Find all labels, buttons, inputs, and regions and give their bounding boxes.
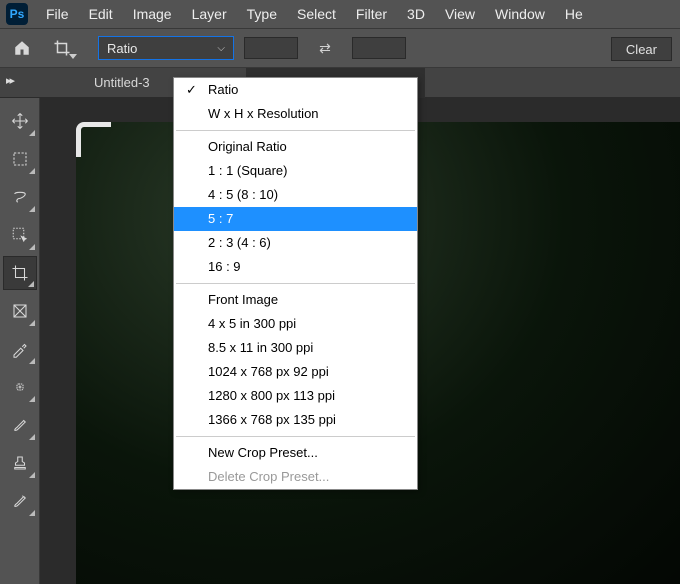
- crop-width-input[interactable]: [244, 37, 298, 59]
- menu-layer[interactable]: Layer: [182, 2, 237, 26]
- dropdown-item-delete-crop-preset: Delete Crop Preset...: [174, 465, 417, 489]
- dropdown-item-ratio[interactable]: Ratio: [174, 78, 417, 102]
- dropdown-item-2-3[interactable]: 2 : 3 (4 : 6): [174, 231, 417, 255]
- stamp-tool[interactable]: [3, 446, 37, 480]
- menu-type[interactable]: Type: [237, 2, 287, 26]
- chevron-down-icon: ⌵: [217, 43, 225, 54]
- crop-height-input[interactable]: [352, 37, 406, 59]
- dropdown-item-1-1[interactable]: 1 : 1 (Square): [174, 159, 417, 183]
- marquee-tool[interactable]: [3, 142, 37, 176]
- crop-tool-preset[interactable]: [44, 34, 80, 62]
- menu-file[interactable]: File: [36, 2, 79, 26]
- dropdown-separator: [176, 283, 415, 284]
- dropdown-item-wxh-resolution[interactable]: W x H x Resolution: [174, 102, 417, 126]
- healing-brush-tool[interactable]: [3, 370, 37, 404]
- crop-tool[interactable]: [3, 256, 37, 290]
- brush-tool[interactable]: [3, 408, 37, 442]
- dropdown-item-1024x768[interactable]: 1024 x 768 px 92 ppi: [174, 360, 417, 384]
- crop-ratio-select[interactable]: Ratio ⌵: [98, 36, 234, 60]
- expand-panels-icon[interactable]: ▸▸: [6, 74, 13, 87]
- document-tab-label: Untitled-3: [94, 75, 150, 90]
- lasso-tool[interactable]: [3, 180, 37, 214]
- clear-button[interactable]: Clear: [611, 37, 672, 61]
- quick-select-tool[interactable]: [3, 218, 37, 252]
- menu-bar: Ps File Edit Image Layer Type Select Fil…: [0, 0, 680, 28]
- menu-edit[interactable]: Edit: [79, 2, 123, 26]
- dropdown-item-1366x768[interactable]: 1366 x 768 px 135 ppi: [174, 408, 417, 432]
- clear-button-label: Clear: [626, 42, 657, 57]
- history-brush-tool[interactable]: [3, 484, 37, 518]
- dropdown-item-8p5x11-300[interactable]: 8.5 x 11 in 300 ppi: [174, 336, 417, 360]
- menu-window[interactable]: Window: [485, 2, 555, 26]
- tools-panel: [0, 98, 40, 584]
- chevron-down-icon: [69, 54, 77, 59]
- crop-ratio-label: Ratio: [107, 41, 137, 56]
- dropdown-item-4x5-300[interactable]: 4 x 5 in 300 ppi: [174, 312, 417, 336]
- frame-tool[interactable]: [3, 294, 37, 328]
- ps-logo: Ps: [6, 3, 28, 25]
- dropdown-item-original-ratio[interactable]: Original Ratio: [174, 135, 417, 159]
- document-tab-untitled[interactable]: Untitled-3: [80, 68, 164, 98]
- eyedropper-tool[interactable]: [3, 332, 37, 366]
- move-tool[interactable]: [3, 104, 37, 138]
- dropdown-separator: [176, 130, 415, 131]
- options-bar: Ratio ⌵ ⇄ Clear: [0, 28, 680, 68]
- menu-image[interactable]: Image: [123, 2, 182, 26]
- menu-3d[interactable]: 3D: [397, 2, 435, 26]
- home-icon[interactable]: [8, 34, 36, 62]
- menu-filter[interactable]: Filter: [346, 2, 397, 26]
- dropdown-item-4-5[interactable]: 4 : 5 (8 : 10): [174, 183, 417, 207]
- dropdown-item-1280x800[interactable]: 1280 x 800 px 113 ppi: [174, 384, 417, 408]
- crop-ratio-dropdown: Ratio W x H x Resolution Original Ratio …: [173, 77, 418, 490]
- dropdown-item-new-crop-preset[interactable]: New Crop Preset...: [174, 441, 417, 465]
- dropdown-item-5-7[interactable]: 5 : 7: [174, 207, 417, 231]
- menu-view[interactable]: View: [435, 2, 485, 26]
- dropdown-item-16-9[interactable]: 16 : 9: [174, 255, 417, 279]
- swap-dimensions-button[interactable]: ⇄: [312, 35, 338, 61]
- dropdown-separator: [176, 436, 415, 437]
- menu-select[interactable]: Select: [287, 2, 346, 26]
- dropdown-item-front-image[interactable]: Front Image: [174, 288, 417, 312]
- menu-help[interactable]: He: [555, 2, 593, 26]
